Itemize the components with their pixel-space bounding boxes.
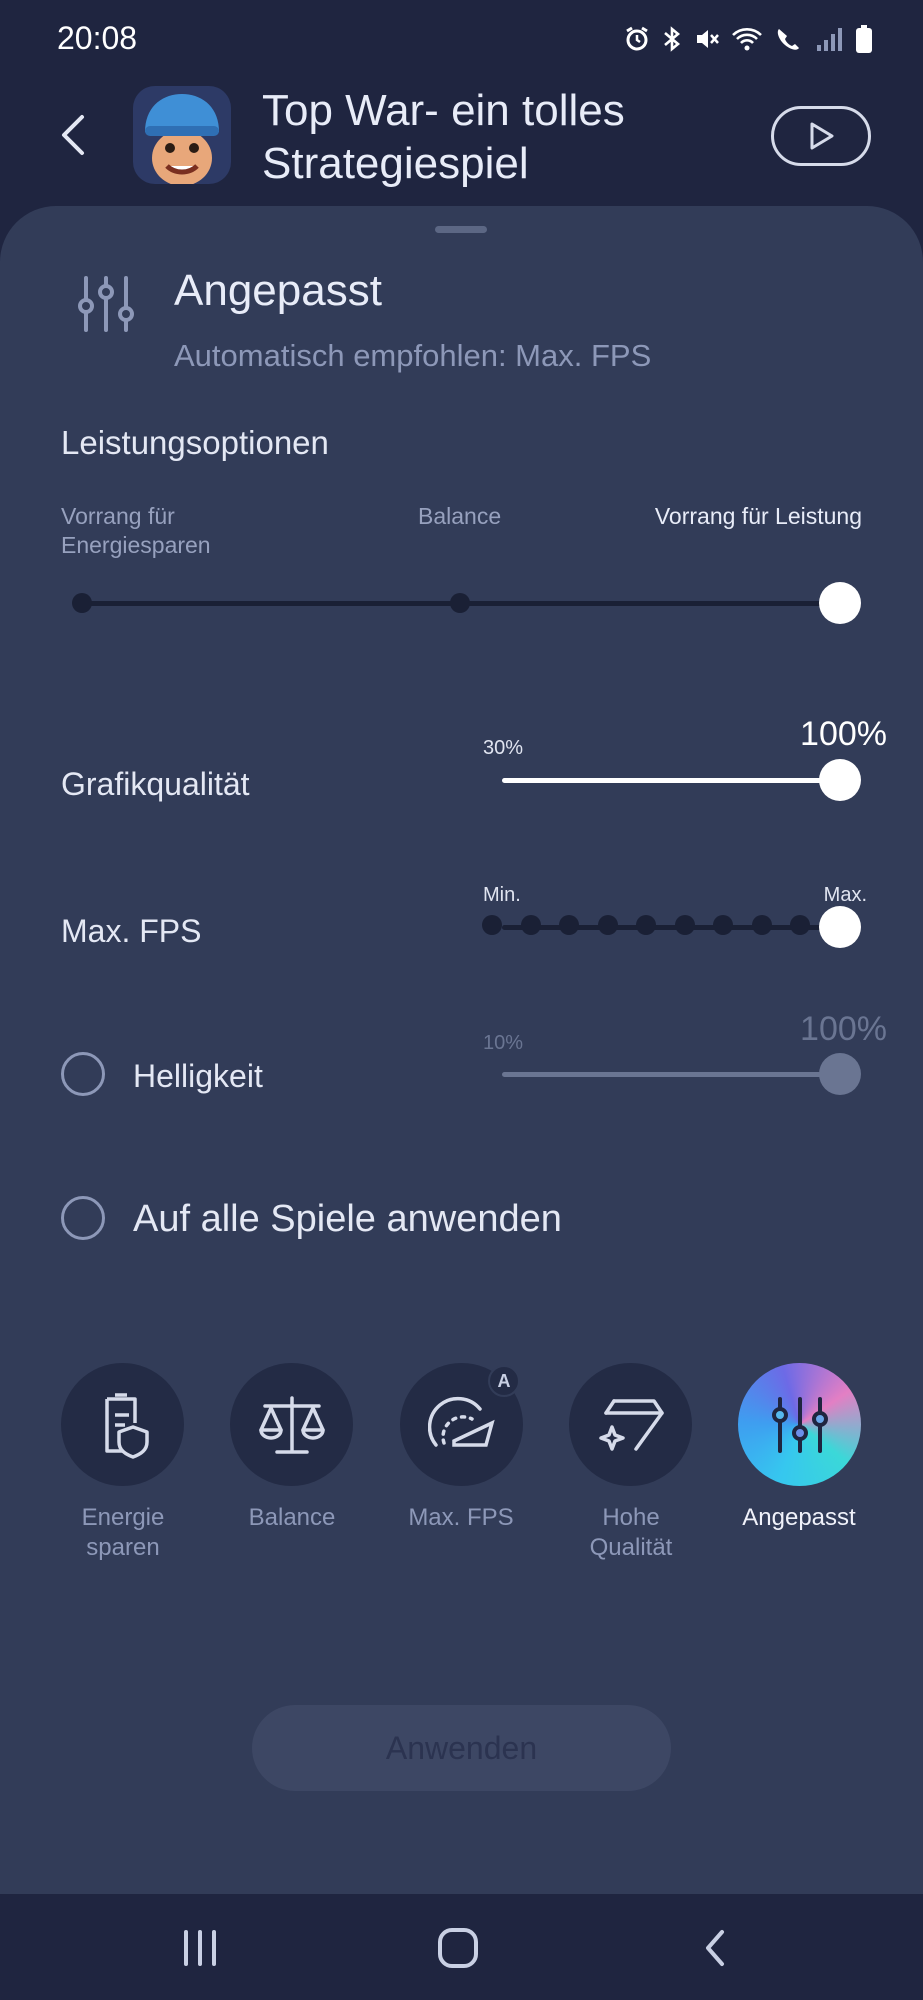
- brightness-checkbox[interactable]: [61, 1052, 105, 1096]
- fps-step-dot[interactable]: [520, 915, 541, 935]
- home-button[interactable]: [436, 1926, 480, 1975]
- drag-handle[interactable]: [435, 226, 487, 233]
- signal-icon: [817, 28, 842, 51]
- apply-button[interactable]: Anwenden: [252, 1705, 671, 1791]
- mode-quality-label: Hohe Qualität: [551, 1503, 711, 1563]
- fps-step-dot[interactable]: [751, 915, 772, 935]
- performance-slider-knob[interactable]: [819, 582, 861, 624]
- recents-button[interactable]: [180, 1928, 220, 1973]
- performance-stop-energy[interactable]: [72, 593, 92, 613]
- status-icons: [623, 24, 873, 54]
- app-title: Top War- ein tolles Strategiespiel: [262, 84, 742, 190]
- mode-quality-label-line2: Qualität: [589, 1534, 673, 1561]
- mode-title: Angepasst: [174, 266, 382, 315]
- mode-balance-label: Balance: [248, 1504, 336, 1531]
- battery-icon: [856, 25, 872, 53]
- fps-step-dot[interactable]: [559, 915, 580, 935]
- fps-label: Max. FPS: [61, 913, 202, 949]
- bluetooth-icon: [664, 26, 681, 52]
- alarm-icon: [626, 26, 648, 51]
- diamond-sparkle-icon: [598, 1398, 664, 1451]
- fps-step-dot[interactable]: [674, 915, 695, 935]
- navigation-bar: [0, 1894, 923, 2000]
- app-title-line1: Top War- ein tolles: [262, 86, 625, 135]
- fps-max-label: Max.: [823, 884, 867, 906]
- brightness-min-label: 10%: [483, 1032, 524, 1054]
- mode-maxfps-label: Max. FPS: [408, 1504, 514, 1531]
- option-energy-line1: Vorrang für: [61, 503, 175, 529]
- sliders-icon: [78, 274, 134, 334]
- option-performance[interactable]: Vorrang für Leistung: [655, 502, 862, 531]
- mode-energy-label-line1: Energie: [81, 1504, 165, 1531]
- mode-energy-label-line2: sparen: [86, 1534, 160, 1561]
- app-icon: [133, 86, 231, 184]
- mode-custom-button[interactable]: [738, 1363, 861, 1486]
- brightness-value: 100%: [800, 1010, 887, 1048]
- graphics-slider-knob[interactable]: [819, 759, 861, 801]
- apply-all-checkbox[interactable]: [61, 1196, 105, 1240]
- home-icon: [438, 1928, 478, 1968]
- recents-icon: [184, 1930, 216, 1966]
- back-icon: [706, 1930, 724, 1966]
- fps-step-dot[interactable]: [597, 915, 618, 935]
- option-energy-saving[interactable]: Vorrang für Energiesparen: [61, 502, 211, 560]
- brightness-slider-knob[interactable]: [819, 1053, 861, 1095]
- fps-slider-track[interactable]: [502, 925, 838, 930]
- chevron-left-icon: [62, 115, 84, 155]
- fps-min-label: Min.: [483, 884, 521, 906]
- mode-custom-label: Angepasst: [742, 1504, 856, 1531]
- mode-quality-button[interactable]: [569, 1363, 692, 1486]
- scale-icon: [258, 1395, 325, 1454]
- back-button[interactable]: [50, 105, 96, 165]
- wifi-icon: [732, 28, 762, 51]
- fps-step-dot[interactable]: [482, 915, 502, 935]
- performance-stop-balance[interactable]: [450, 593, 470, 613]
- mode-subtitle: Automatisch empfohlen: Max. FPS: [174, 338, 652, 373]
- mode-energy-label: Energie sparen: [43, 1503, 203, 1563]
- apply-all-label: Auf alle Spiele anwenden: [133, 1198, 562, 1240]
- play-icon: [810, 122, 834, 150]
- mute-icon: [697, 30, 719, 48]
- mode-energy-button[interactable]: [61, 1363, 184, 1486]
- sliders-icon: [771, 1396, 828, 1453]
- brightness-label: Helligkeit: [133, 1058, 263, 1094]
- fps-slider-knob[interactable]: [819, 906, 861, 948]
- graphics-min-label: 30%: [483, 737, 524, 759]
- graphics-label: Grafikqualität: [61, 766, 250, 802]
- play-button[interactable]: [771, 106, 871, 166]
- option-balance[interactable]: Balance: [418, 502, 501, 531]
- battery-shield-icon: [104, 1392, 149, 1459]
- wifi-call-icon: [777, 29, 799, 50]
- nav-back-button[interactable]: [700, 1926, 730, 1975]
- mode-balance-button[interactable]: [230, 1363, 353, 1486]
- app-title-line2: Strategiespiel: [262, 139, 529, 188]
- performance-title: Leistungsoptionen: [61, 424, 329, 461]
- mode-quality-label-line1: Hohe: [602, 1504, 660, 1531]
- speedometer-icon: [427, 1396, 495, 1447]
- auto-badge: A: [488, 1365, 520, 1397]
- graphics-value: 100%: [800, 715, 887, 753]
- option-energy-line2: Energiesparen: [61, 532, 211, 558]
- graphics-slider-track[interactable]: [502, 778, 838, 783]
- brightness-slider-track[interactable]: [502, 1072, 838, 1077]
- status-time: 20:08: [57, 20, 138, 56]
